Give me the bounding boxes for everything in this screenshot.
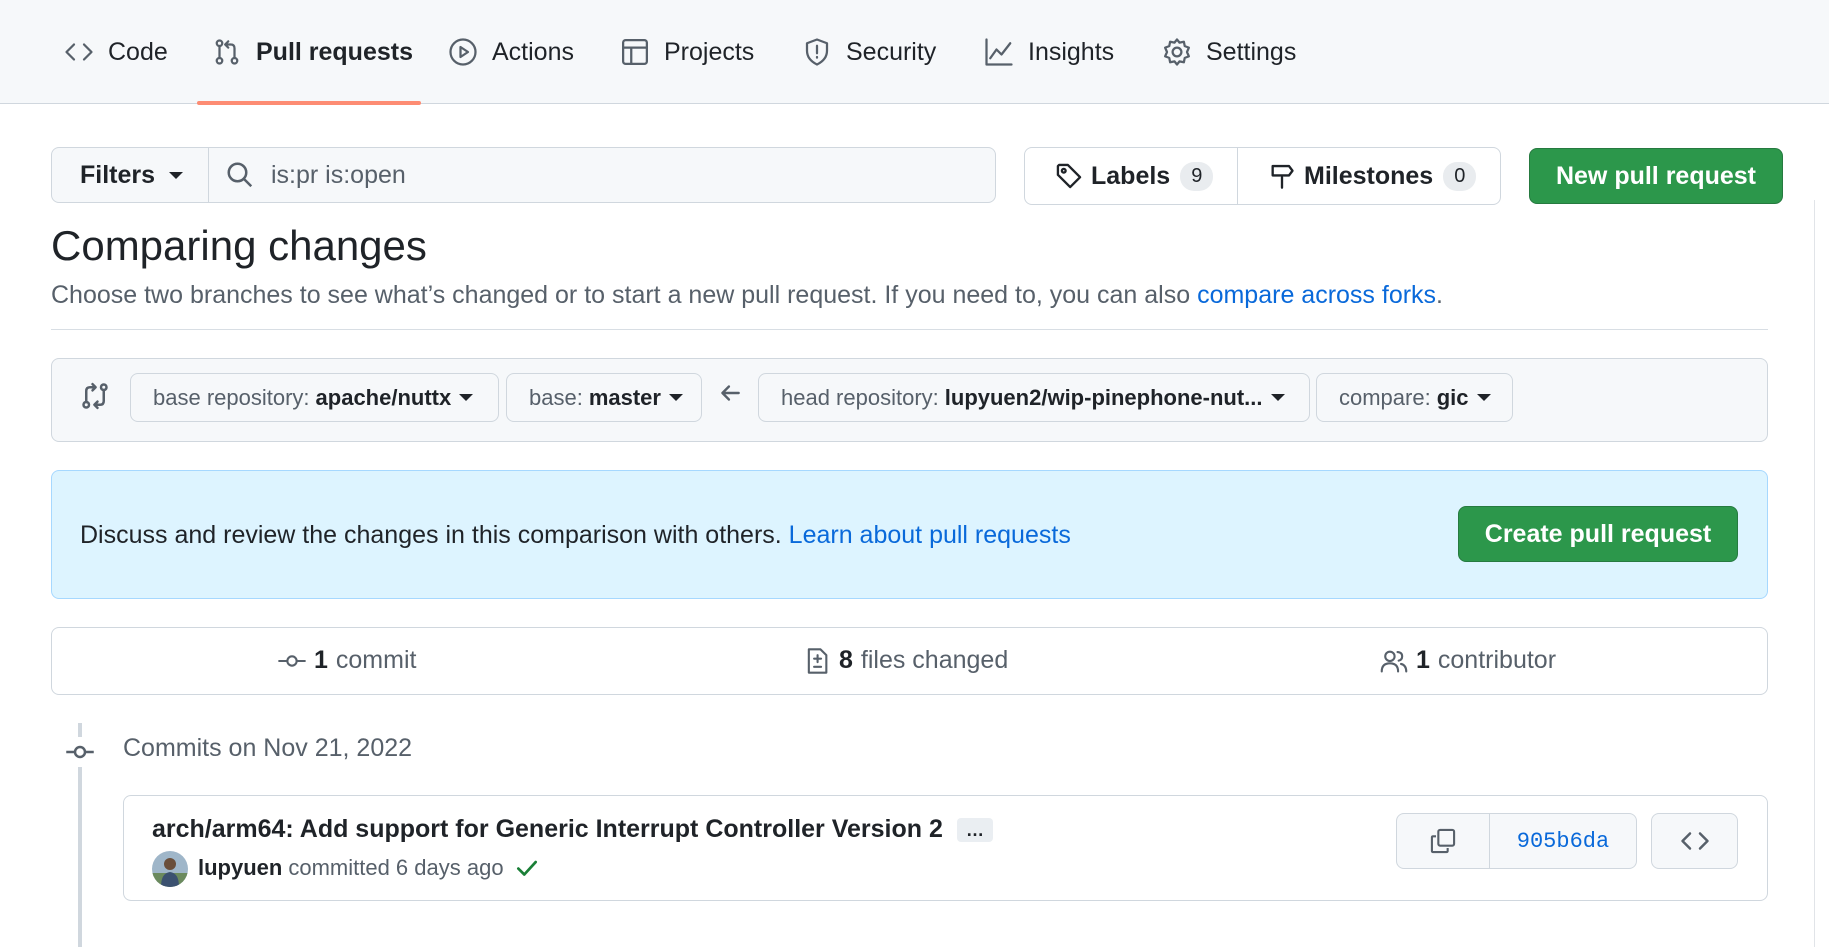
tab-insights[interactable]: Insights	[984, 0, 1114, 104]
base-branch-label: base:	[529, 384, 583, 410]
base-branch-value: master	[588, 384, 661, 410]
tab-projects-label: Projects	[664, 37, 755, 66]
check-icon[interactable]	[514, 855, 540, 881]
compare-across-forks-link[interactable]: compare across forks	[1197, 281, 1436, 309]
tag-icon	[1056, 163, 1082, 189]
avatar[interactable]	[152, 851, 188, 887]
head-repository-label: head repository:	[781, 384, 939, 410]
search-icon	[227, 162, 253, 188]
contributors-label: contributor	[1437, 646, 1557, 674]
chevron-down-icon	[668, 394, 683, 401]
git-compare-icon	[82, 382, 108, 410]
base-repository-value: apache/nuttx	[315, 384, 452, 410]
contributors-count: 1	[1416, 646, 1430, 674]
tab-actions[interactable]: Actions	[448, 0, 574, 104]
tab-settings-label: Settings	[1206, 37, 1297, 66]
commit-sha-group: 905b6da	[1396, 813, 1637, 869]
labels-label: Labels	[1091, 161, 1171, 190]
base-repository-label: base repository:	[153, 384, 310, 410]
search-field[interactable]	[208, 147, 996, 203]
page-subtitle: Choose two branches to see what’s change…	[51, 281, 1443, 310]
tab-code[interactable]: Code	[64, 0, 168, 104]
milestones-button[interactable]: Milestones 0	[1238, 148, 1500, 204]
head-repository-value: lupyuen2/wip-pinephone-nut...	[944, 384, 1263, 410]
labels-count: 9	[1180, 161, 1214, 191]
subtitle-text: Choose two branches to see what’s change…	[51, 281, 1198, 309]
new-pull-request-button[interactable]: New pull request	[1529, 148, 1783, 204]
git-commit-icon	[65, 737, 95, 767]
commit-title-link[interactable]: arch/arm64: Add support for Generic Inte…	[152, 815, 943, 844]
expand-commit-message-button[interactable]: …	[957, 818, 993, 842]
chevron-down-icon	[1476, 394, 1491, 401]
tab-pull-requests-label: Pull requests	[256, 37, 413, 66]
commits-label: commit	[335, 646, 417, 674]
contributors-link[interactable]: 1 contributor	[1380, 646, 1556, 675]
graph-icon	[985, 38, 1013, 66]
milestones-label: Milestones	[1304, 161, 1434, 190]
compare-branch-label: compare:	[1339, 384, 1431, 410]
commit-sha-link[interactable]: 905b6da	[1490, 814, 1636, 868]
files-changed-link[interactable]: 8 files changed	[803, 646, 1008, 675]
base-repository-select[interactable]: base repository: apache/nuttx	[130, 373, 499, 422]
divider	[51, 329, 1768, 330]
learn-about-pull-requests-link[interactable]: Learn about pull requests	[789, 521, 1071, 549]
scrollbar[interactable]	[1814, 200, 1815, 947]
copy-sha-button[interactable]	[1397, 814, 1490, 868]
arrow-left-icon	[721, 385, 740, 401]
commit-time: committed 6 days ago	[288, 855, 504, 880]
filters-button[interactable]: Filters	[51, 147, 209, 203]
tab-security[interactable]: Security	[802, 0, 936, 104]
browse-repository-button[interactable]	[1651, 813, 1738, 869]
search-input[interactable]	[271, 160, 971, 190]
table-icon	[622, 39, 648, 65]
compare-branch-select[interactable]: compare: gic	[1316, 373, 1513, 422]
git-commit-icon	[278, 654, 306, 667]
copy-icon	[1430, 828, 1456, 854]
tab-code-label: Code	[108, 37, 168, 66]
file-diff-icon	[807, 647, 828, 674]
subtitle-end: .	[1436, 281, 1443, 309]
base-branch-select[interactable]: base: master	[506, 373, 702, 422]
code-icon	[1680, 832, 1709, 850]
commit-author[interactable]: lupyuen	[198, 855, 282, 881]
commit-meta: lupyuen committed 6 days ago	[198, 855, 540, 881]
chevron-down-icon	[169, 171, 184, 179]
banner-text: Discuss and review the changes in this c…	[80, 521, 1071, 550]
banner-message: Discuss and review the changes in this c…	[80, 521, 789, 549]
filters-label: Filters	[80, 160, 156, 189]
code-icon	[65, 43, 93, 61]
compare-branch-value: gic	[1436, 384, 1469, 410]
labels-button[interactable]: Labels 9	[1025, 148, 1237, 204]
people-icon	[1380, 650, 1408, 673]
commits-date-heading: Commits on Nov 21, 2022	[123, 734, 413, 762]
tab-settings[interactable]: Settings	[1162, 0, 1296, 104]
tab-projects[interactable]: Projects	[620, 0, 754, 104]
page-title: Comparing changes	[51, 222, 427, 269]
create-pull-request-button[interactable]: Create pull request	[1458, 506, 1738, 562]
commits-count: 1	[314, 646, 328, 674]
git-pull-request-icon	[215, 39, 239, 65]
milestone-icon	[1271, 164, 1294, 189]
chevron-down-icon	[459, 394, 474, 401]
gear-icon	[1164, 38, 1190, 66]
head-repository-select[interactable]: head repository: lupyuen2/wip-pinephone-…	[758, 373, 1310, 422]
labels-milestones-group: Labels 9 Milestones 0	[1024, 147, 1501, 205]
play-icon	[449, 38, 477, 66]
files-count: 8	[839, 646, 853, 674]
shield-icon	[805, 38, 829, 66]
chevron-down-icon	[1270, 394, 1285, 401]
files-label: files changed	[860, 646, 1009, 674]
tab-pull-requests[interactable]: Pull requests	[212, 0, 413, 104]
tab-security-label: Security	[846, 37, 937, 66]
tab-actions-label: Actions	[492, 37, 574, 66]
milestones-count: 0	[1443, 161, 1477, 191]
active-tab-underline	[197, 101, 421, 105]
commits-count-link[interactable]: 1 commit	[278, 646, 416, 675]
tab-insights-label: Insights	[1028, 37, 1115, 66]
